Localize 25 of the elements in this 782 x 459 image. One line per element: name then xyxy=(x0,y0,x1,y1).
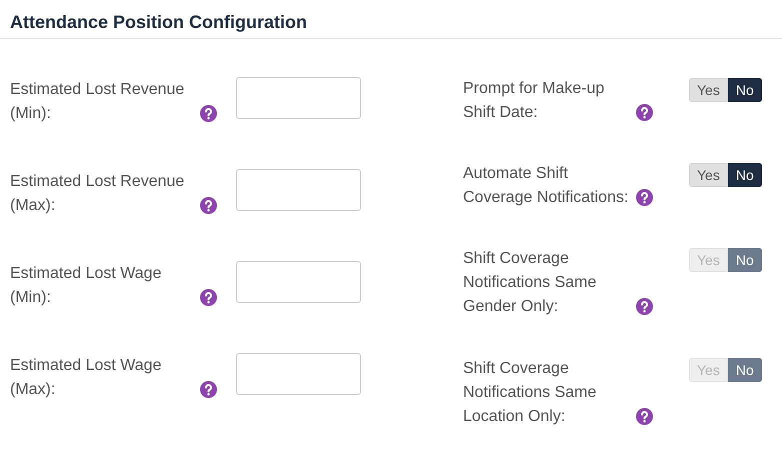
toggle-label: Shift Coverage Notifications Same Gender Only: xyxy=(463,249,598,317)
help-icon[interactable] xyxy=(200,105,217,122)
toggle-label: Automate Shift Coverage Notifications: xyxy=(463,164,630,208)
toggle-label: Prompt for Make-up Shift Date: xyxy=(463,79,606,123)
field-label: Estimated Lost Wage (Max): xyxy=(10,356,162,400)
section-title: Attendance Position Configuration xyxy=(10,11,307,34)
field-label: Estimated Lost Revenue (Max): xyxy=(10,172,186,216)
field-label: Estimated Lost Wage (Min): xyxy=(10,264,162,308)
help-icon[interactable] xyxy=(200,197,217,214)
toggle-option[interactable]: No xyxy=(728,163,762,187)
field-label: Estimated Lost Revenue (Min): xyxy=(10,80,186,124)
help-icon[interactable] xyxy=(200,289,217,306)
toggle-option[interactable]: No xyxy=(728,78,762,102)
help-icon[interactable] xyxy=(636,104,653,121)
help-icon[interactable] xyxy=(200,381,217,398)
input-field[interactable] xyxy=(236,77,361,119)
help-icon[interactable] xyxy=(636,189,653,206)
toggle-option[interactable]: Yes xyxy=(689,163,728,187)
toggle-option[interactable]: Yes xyxy=(689,78,728,102)
toggle-label: Shift Coverage Notifications Same Location Only: xyxy=(463,359,598,427)
input-field[interactable] xyxy=(236,169,361,211)
help-icon[interactable] xyxy=(636,298,653,315)
input-field[interactable] xyxy=(236,353,361,395)
help-icon[interactable] xyxy=(636,408,653,425)
input-field[interactable] xyxy=(236,261,361,303)
